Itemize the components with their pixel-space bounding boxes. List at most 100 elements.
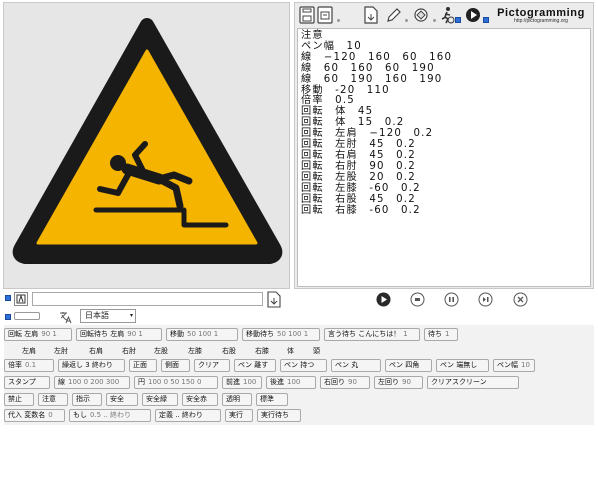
command-button[interactable]: 待ち 1	[424, 328, 458, 341]
play-circle-icon[interactable]	[465, 6, 481, 24]
command-button[interactable]: 禁止	[4, 393, 34, 406]
command-button[interactable]: 移動待ち 50 100 1	[242, 328, 320, 341]
command-button[interactable]: 左回り 90	[374, 376, 423, 389]
command-arg: 1	[445, 330, 450, 338]
chevron-down-icon: ▾	[129, 312, 133, 319]
command-arg: 0.5 .. 終わり	[90, 411, 132, 419]
new-file-icon[interactable]	[363, 6, 379, 24]
open-file-icon[interactable]	[266, 291, 282, 308]
font-toggle-button[interactable]	[14, 292, 28, 306]
pause-button[interactable]	[444, 292, 459, 307]
command-button[interactable]: 透明	[222, 393, 252, 406]
option-checkbox[interactable]	[483, 17, 489, 23]
body-part-label[interactable]: 左肘	[54, 346, 68, 356]
command-button[interactable]: スタンプ	[4, 376, 50, 389]
command-button[interactable]: 指示	[72, 393, 102, 406]
filename-input[interactable]	[32, 292, 263, 306]
command-button[interactable]: 言う待ち こんにちは！ 1	[324, 328, 420, 341]
command-button[interactable]: 後進 100	[266, 376, 316, 389]
command-label: 注意	[42, 395, 56, 403]
command-label: 安全緑	[146, 395, 167, 403]
code-editor[interactable]: 注意 ペン幅 10 線 −120 160 60 160 線 60 160 60 190…	[297, 28, 591, 287]
command-label: 透明	[226, 395, 240, 403]
command-button[interactable]: 移動 50 100 1	[166, 328, 238, 341]
font-icon	[16, 294, 26, 304]
body-part-label[interactable]: 左肩	[22, 346, 36, 356]
code-line: 回転 左膝 -60 0.2	[301, 182, 421, 194]
command-button[interactable]: 安全赤	[182, 393, 218, 406]
command-button[interactable]: 回転 左肩 90 1	[4, 328, 72, 341]
code-line: 線 60 160 60 190	[301, 62, 435, 74]
body-part-label[interactable]: 体	[287, 346, 294, 356]
file-checkbox[interactable]	[5, 295, 11, 301]
command-label: 側面	[165, 361, 179, 369]
command-label: もし	[73, 411, 87, 419]
command-button[interactable]: 線 100 0 200 300	[54, 376, 130, 389]
command-button[interactable]: 繰返し 3 終わり	[58, 359, 125, 372]
body-part-label[interactable]: 右肩	[89, 346, 103, 356]
command-button[interactable]: 安全緑	[142, 393, 178, 406]
speed-slider[interactable]	[14, 312, 40, 320]
command-label: 回転待ち 左肩	[80, 330, 125, 338]
command-label: ペン 離す	[238, 361, 269, 369]
person-run-icon[interactable]	[439, 6, 455, 24]
separator-dot	[337, 19, 340, 22]
command-label: ペン 丸	[335, 361, 359, 369]
command-button[interactable]: 側面	[161, 359, 190, 372]
command-button[interactable]: 実行	[225, 409, 253, 422]
command-button[interactable]: ペン 端無し	[436, 359, 489, 372]
code-line: 回転 右股 45 0.2	[301, 193, 416, 205]
command-button[interactable]: 前進 100	[222, 376, 262, 389]
language-select[interactable]: 日本語 ▾	[80, 309, 136, 323]
load-icon[interactable]	[317, 6, 333, 24]
stop-button[interactable]	[410, 292, 425, 307]
body-part-label[interactable]: 左膝	[188, 346, 202, 356]
command-arg: 0	[48, 411, 53, 419]
command-button[interactable]: 正面	[129, 359, 157, 372]
toolbar: Pictogramming http://pictogramming.org	[295, 3, 593, 27]
step-button[interactable]	[478, 292, 493, 307]
body-part-label[interactable]: 右膝	[255, 346, 269, 356]
command-label: 定義 .. 終わり	[159, 411, 203, 419]
pencil-icon[interactable]	[385, 6, 401, 24]
command-button[interactable]: ペン 持つ	[280, 359, 327, 372]
editor-panel: Pictogramming http://pictogramming.org 注…	[294, 2, 594, 289]
command-button[interactable]: 注意	[38, 393, 68, 406]
command-button[interactable]: ペン 丸	[331, 359, 381, 372]
command-arg: 90 1	[41, 330, 57, 338]
body-part-label[interactable]: 左股	[154, 346, 168, 356]
grid-checkbox[interactable]	[5, 314, 11, 320]
command-button[interactable]: 安全	[106, 393, 138, 406]
command-button[interactable]: 倍率 0.1	[4, 359, 54, 372]
command-button[interactable]: もし 0.5 .. 終わり	[69, 409, 151, 422]
command-button[interactable]: 右回り 90	[320, 376, 370, 389]
command-button[interactable]: クリア	[194, 359, 230, 372]
body-part-label[interactable]: 右股	[222, 346, 236, 356]
body-part-label[interactable]: 右肘	[122, 346, 136, 356]
command-label: 線	[58, 378, 65, 386]
command-button[interactable]: 代入 変数名 0	[4, 409, 65, 422]
player-controls	[376, 292, 536, 310]
command-button[interactable]: 実行待ち	[257, 409, 301, 422]
command-button[interactable]: ペン 離す	[234, 359, 276, 372]
command-arg: 50 100 1	[187, 330, 219, 338]
drawing-canvas[interactable]	[3, 2, 290, 289]
command-arg: 100	[243, 378, 257, 386]
command-button[interactable]: 円 100 0 50 150 0	[134, 376, 218, 389]
command-arg: 90	[348, 378, 357, 386]
body-part-label[interactable]: 頭	[313, 346, 320, 356]
command-arg: 90 1	[127, 330, 143, 338]
eraser-icon[interactable]	[413, 6, 429, 24]
close-button[interactable]	[513, 292, 528, 307]
command-button[interactable]: 標準	[256, 393, 288, 406]
command-button[interactable]: ペン 四角	[385, 359, 432, 372]
save-icon[interactable]	[299, 6, 315, 24]
option-checkbox[interactable]	[455, 17, 461, 23]
command-arg: 10	[521, 361, 530, 369]
command-button[interactable]: クリアスクリーン	[427, 376, 519, 389]
command-arg: 100 0 50 150 0	[148, 378, 202, 386]
command-button[interactable]: 定義 .. 終わり	[155, 409, 221, 422]
command-button[interactable]: ペン幅 10	[493, 359, 535, 372]
play-button[interactable]	[376, 292, 391, 307]
command-button[interactable]: 回転待ち 左肩 90 1	[76, 328, 162, 341]
